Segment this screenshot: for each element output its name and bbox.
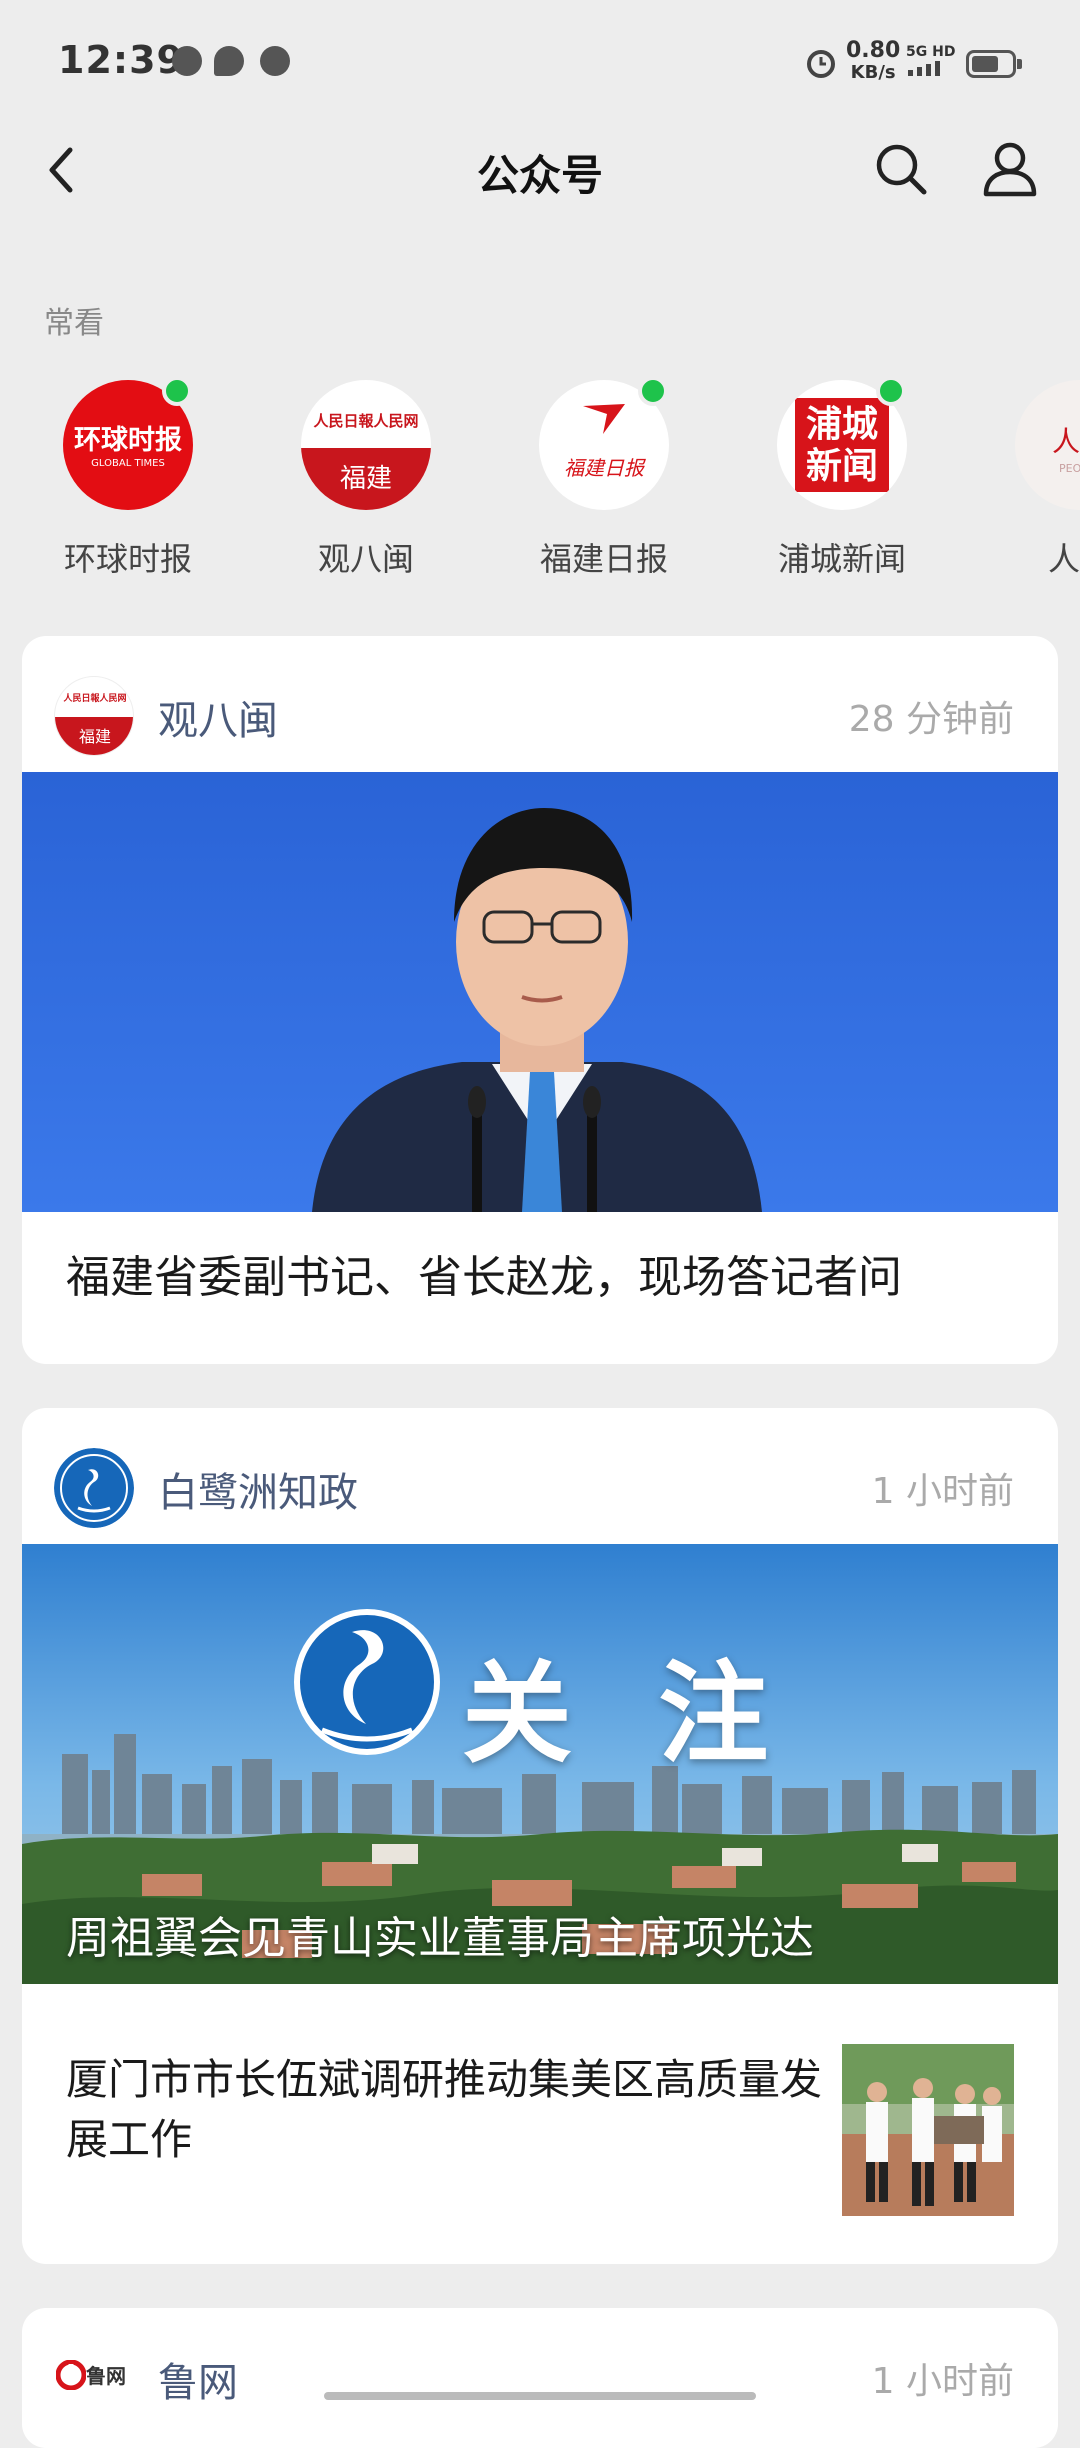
account-name[interactable]: 鲁网 <box>158 2350 238 2408</box>
account-logo: 鲁网 <box>56 2356 152 2396</box>
article-cover-banner[interactable]: 关 注 周祖翼会见青山实业董事局主席项光达 <box>22 1544 1058 1984</box>
account-name[interactable]: 白鹭洲知政 <box>158 1460 358 1518</box>
avatar-logo-text: 环球时报 <box>74 425 182 456</box>
article-card[interactable]: 白鹭洲知政 1 小时前 关 注 周祖翼会见青山实业董事局主席项光达 厦门市市长伍… <box>22 1408 1058 2264</box>
frequent-item-name: 浦城新闻 <box>777 540 906 578</box>
account-logo-sub: 福建 <box>78 727 111 746</box>
profile-icon[interactable] <box>980 138 1040 198</box>
post-time: 1 小时前 <box>871 2361 1014 2402</box>
card-header: 鲁网 鲁网 1 小时前 <box>22 2308 1058 2444</box>
battery-icon <box>966 50 1022 78</box>
frequent-item[interactable]: 浦城新闻 浦城新闻 <box>742 380 942 580</box>
article-card[interactable]: 人民日報人民网 福建 观八闽 28 分钟前 福建省委副书记、省长赵龙，现场答记者… <box>22 636 1058 1364</box>
account-avatar: 人民日報人民网 福建 <box>301 380 431 510</box>
avatar-logo-sub: 福建 <box>339 464 392 494</box>
avatar-logo-text: 福建日报 <box>564 456 644 480</box>
frequent-item[interactable]: 福建日报 福建日报 <box>504 380 704 580</box>
signal-icon <box>908 61 940 76</box>
post-time: 1 小时前 <box>871 1471 1014 1512</box>
search-icon[interactable] <box>872 140 930 198</box>
banner-title: 关 注 <box>462 1650 793 1778</box>
frequent-item[interactable]: 环球时报 GLOBAL TIMES 环球时报 <box>28 380 228 580</box>
upload-notification-icon <box>260 46 290 76</box>
article-headline[interactable]: 福建省委副书记、省长赵龙，现场答记者问 <box>66 1248 902 1308</box>
speed-unit: KB/s <box>850 62 896 83</box>
account-logo-text: 人民日報人民网 <box>63 694 127 704</box>
network-type: 5G HD <box>906 44 955 80</box>
unread-dot <box>162 380 192 406</box>
luwang-logo-icon <box>56 2360 86 2390</box>
fujian-daily-logo-icon <box>583 404 625 434</box>
nav-bar: 公众号 <box>0 120 1080 220</box>
message-notification-icon <box>214 46 244 76</box>
post-time: 28 分钟前 <box>848 699 1014 740</box>
avatar-logo-sub: GLOBAL TIMES <box>91 458 165 469</box>
card-header: 白鹭洲知政 1 小时前 <box>22 1408 1058 1544</box>
secondary-headline: 厦门市市长伍斌调研推动集美区高质量发展工作 <box>66 2055 823 2164</box>
secondary-article[interactable]: 厦门市市长伍斌调研推动集美区高质量发展工作 <box>22 1984 1058 2264</box>
speed-value: 0.80 <box>846 38 901 63</box>
account-logo: 人民日報人民网 福建 <box>54 676 134 756</box>
frequent-item-name: 福建日报 <box>539 540 668 578</box>
alarm-icon <box>807 50 835 78</box>
avatar-logo-text: 浦城新闻 <box>805 404 878 487</box>
network-speed: 0.80 KB/s <box>846 40 900 84</box>
frequent-item[interactable]: 人民 PEOPLE 人民 <box>980 380 1080 580</box>
avatar-logo-text: 人民 <box>1051 425 1080 458</box>
account-logo-text: 鲁网 <box>86 2364 126 2388</box>
unread-dot <box>876 380 906 406</box>
wechat-notification-icon <box>172 46 202 76</box>
avatar-logo-text: 人民日報人民网 <box>313 412 419 430</box>
banner-caption[interactable]: 周祖翼会见青山实业董事局主席项光达 <box>66 1902 814 1966</box>
frequent-accounts-row: 环球时报 GLOBAL TIMES 环球时报 人民日報人民网 福建 观八闽 福建… <box>0 380 1080 590</box>
status-bar: 12:39 0.80 KB/s 5G HD <box>0 0 1080 130</box>
frequent-item-name: 观八闽 <box>317 540 414 578</box>
account-name[interactable]: 观八闽 <box>158 688 278 746</box>
secondary-thumbnail <box>842 2044 1014 2216</box>
network-label: 5G HD <box>906 44 956 60</box>
unread-dot <box>638 380 668 406</box>
article-cover-image[interactable] <box>22 772 1058 1212</box>
account-logo <box>54 1448 134 1528</box>
avatar-logo-sub: PEOPLE <box>1059 462 1080 475</box>
frequent-item[interactable]: 人民日報人民网 福建 观八闽 <box>266 380 466 580</box>
account-avatar: 人民 PEOPLE <box>1015 380 1080 510</box>
status-time: 12:39 <box>58 38 184 82</box>
article-card[interactable]: 鲁网 鲁网 1 小时前 <box>22 2308 1058 2448</box>
frequent-item-name: 人民 <box>1047 540 1080 578</box>
frequent-item-name: 环球时报 <box>63 540 192 578</box>
home-indicator[interactable] <box>324 2392 756 2400</box>
frequent-label: 常看 <box>44 306 104 341</box>
card-header: 人民日報人民网 福建 观八闽 28 分钟前 <box>22 636 1058 772</box>
